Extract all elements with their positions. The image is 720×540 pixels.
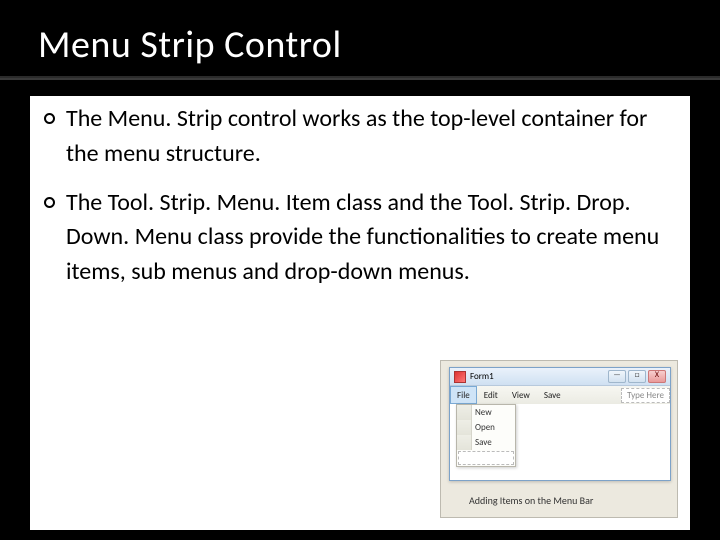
dropdown-typehere[interactable] [458,451,514,465]
slide: Menu Strip Control The Menu. Strip contr… [0,0,720,540]
menu-strip: File Edit View Save Type Here [450,386,670,405]
bullet-list: The Menu. Strip control works as the top… [40,102,680,290]
menu-typehere[interactable]: Type Here [621,388,670,403]
dropdown-item-new[interactable]: New [457,405,515,420]
close-button[interactable]: X [648,370,666,383]
window-title: Form1 [470,371,608,382]
dropdown-item-open[interactable]: Open [457,420,515,435]
dropdown-item-save[interactable]: Save [457,435,515,450]
slide-title: Menu Strip Control [38,22,682,68]
app-icon [454,371,466,383]
maximize-button[interactable]: □ [628,370,646,383]
embedded-figure: Form1 — □ X File Edit View Save Type Her… [440,360,678,518]
window-buttons: — □ X [608,370,666,383]
figure-caption: Adding Items on the Menu Bar [469,494,593,507]
menu-item-view[interactable]: View [505,386,537,404]
bullet-item: The Tool. Strip. Menu. Item class and th… [40,186,680,290]
bullet-item: The Menu. Strip control works as the top… [40,102,680,172]
dropdown-menu: New Open Save [456,404,516,467]
slide-body: The Menu. Strip control works as the top… [30,96,690,530]
menu-item-edit[interactable]: Edit [477,386,505,404]
form-window: Form1 — □ X File Edit View Save Type Her… [449,367,671,481]
menu-item-save[interactable]: Save [537,386,568,404]
minimize-button[interactable]: — [608,370,626,383]
title-underline [0,78,720,80]
menu-item-file[interactable]: File [450,386,477,404]
window-titlebar: Form1 — □ X [450,368,670,386]
